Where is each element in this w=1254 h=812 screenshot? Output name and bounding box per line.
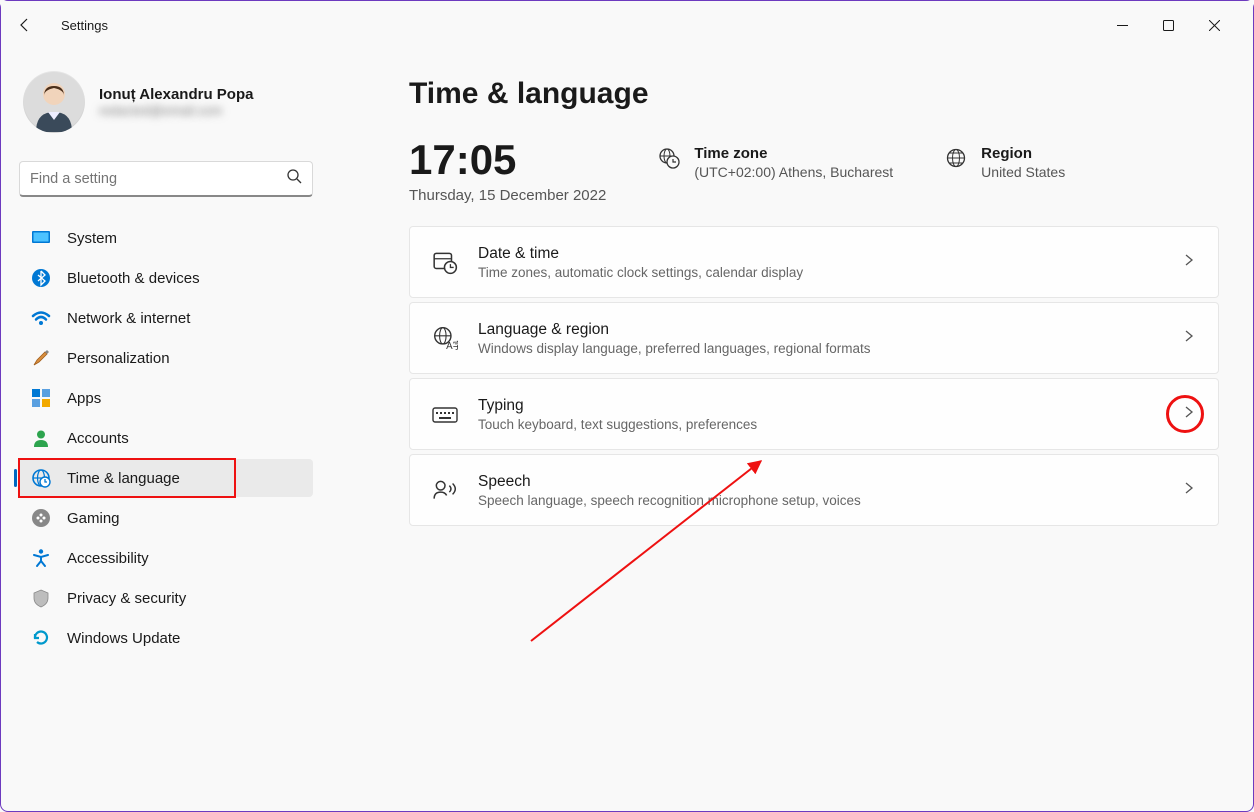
close-button[interactable] [1191,7,1237,43]
card-date-time[interactable]: Date & time Time zones, automatic clock … [409,226,1219,298]
card-title: Speech [478,473,861,491]
sidebar-item-gaming[interactable]: Gaming [19,499,313,537]
keyboard-icon [432,402,458,426]
gaming-icon [31,508,51,528]
profile-email: redacted@email.com [99,103,253,118]
card-speech[interactable]: Speech Speech language, speech recogniti… [409,454,1219,526]
card-subtitle: Windows display language, preferred lang… [478,341,870,356]
clock-globe-icon [31,468,51,488]
region-block[interactable]: Region United States [945,139,1065,180]
sidebar-item-system[interactable]: System [19,219,313,257]
minimize-button[interactable] [1099,7,1145,43]
card-title: Language & region [478,321,870,339]
update-icon [31,628,51,648]
sidebar-item-label: Personalization [67,350,170,367]
card-subtitle: Touch keyboard, text suggestions, prefer… [478,417,757,432]
chevron-right-icon [1182,481,1196,500]
shield-icon [31,588,51,608]
card-subtitle: Time zones, automatic clock settings, ca… [478,265,803,280]
sidebar-item-bluetooth[interactable]: Bluetooth & devices [19,259,313,297]
search-icon [286,168,302,189]
sidebar-item-update[interactable]: Windows Update [19,619,313,657]
sidebar-item-personalization[interactable]: Personalization [19,339,313,377]
sidebar-item-accessibility[interactable]: Accessibility [19,539,313,577]
person-icon [31,428,51,448]
sidebar-item-label: Accounts [67,430,129,447]
svg-text:A字: A字 [446,339,458,351]
globe-icon [945,147,967,169]
main-content: Time & language 17:05 Thursday, 15 Decem… [321,49,1253,811]
chevron-right-icon [1182,329,1196,348]
brush-icon [31,348,51,368]
profile-name: Ionuț Alexandru Popa [99,86,253,103]
card-typing[interactable]: Typing Touch keyboard, text suggestions,… [409,378,1219,450]
app-title: Settings [61,18,108,33]
sidebar-item-label: Time & language [67,470,180,487]
sidebar-item-accounts[interactable]: Accounts [19,419,313,457]
wifi-icon [31,308,51,328]
profile-block[interactable]: Ionuț Alexandru Popa redacted@email.com [19,65,313,139]
sidebar-item-label: Gaming [67,510,120,527]
sidebar-item-label: Windows Update [67,630,180,647]
page-title: Time & language [409,77,1219,111]
accessibility-icon [31,548,51,568]
sidebar-item-network[interactable]: Network & internet [19,299,313,337]
settings-cards: Date & time Time zones, automatic clock … [409,226,1219,526]
sidebar: Ionuț Alexandru Popa redacted@email.com … [1,49,321,811]
clock-block: 17:05 Thursday, 15 December 2022 [409,139,606,204]
sidebar-item-apps[interactable]: Apps [19,379,313,417]
clock-time: 17:05 [409,139,606,181]
sidebar-item-label: Privacy & security [67,590,186,607]
chevron-right-icon [1182,253,1196,272]
search-box[interactable] [19,161,313,197]
system-icon [31,228,51,248]
region-value: United States [981,164,1065,180]
lang-icon: A字 [432,326,458,350]
card-subtitle: Speech language, speech recognition micr… [478,493,861,508]
sidebar-item-label: Bluetooth & devices [67,270,200,287]
sidebar-item-privacy[interactable]: Privacy & security [19,579,313,617]
clock-date: Thursday, 15 December 2022 [409,187,606,204]
card-language-region[interactable]: A字 Language & region Windows display lan… [409,302,1219,374]
chevron-right-icon [1182,405,1196,424]
sidebar-item-label: System [67,230,117,247]
card-title: Typing [478,397,757,415]
timezone-block[interactable]: Time zone (UTC+02:00) Athens, Bucharest [658,139,893,180]
search-input[interactable] [30,171,286,187]
apps-icon [31,388,51,408]
back-button[interactable] [17,17,57,33]
sidebar-item-label: Accessibility [67,550,149,567]
titlebar: Settings [1,1,1253,49]
sidebar-nav: System Bluetooth & devices Network & int… [19,219,313,657]
timezone-value: (UTC+02:00) Athens, Bucharest [694,164,893,180]
bluetooth-icon [31,268,51,288]
avatar [23,71,85,133]
sidebar-item-time-language[interactable]: Time & language [19,459,313,497]
globe-clock-icon [658,147,680,169]
maximize-button[interactable] [1145,7,1191,43]
region-label: Region [981,145,1065,162]
sidebar-item-label: Apps [67,390,101,407]
timezone-label: Time zone [694,145,893,162]
card-title: Date & time [478,245,803,263]
info-row: 17:05 Thursday, 15 December 2022 Time zo… [409,139,1219,204]
datetime-icon [432,250,458,274]
speech-icon [432,478,458,502]
sidebar-item-label: Network & internet [67,310,190,327]
